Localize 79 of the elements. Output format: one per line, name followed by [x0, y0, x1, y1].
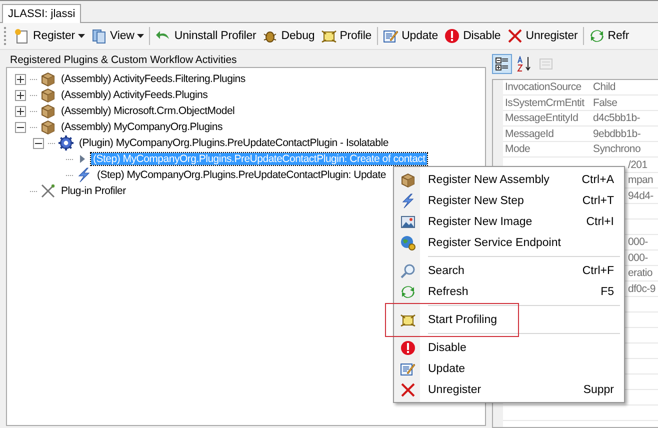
toolbar-button[interactable]: View	[88, 26, 148, 46]
new-document-icon	[14, 28, 30, 44]
categorized-icon	[494, 56, 510, 72]
property-value: d4c5bb1b-	[593, 111, 640, 126]
edit-icon	[400, 360, 416, 376]
property-value: 94d4-	[628, 188, 654, 204]
menu-item[interactable]: Start Profiling	[396, 309, 622, 330]
tree-item[interactable]: (Plugin) MyCompanyOrg.Plugins.PreUpdateContactPlugin - Isolatable	[77, 137, 390, 149]
property-value: False	[593, 96, 618, 110]
menu-item[interactable]: Register Service Endpoint	[396, 232, 622, 253]
refresh-icon	[400, 284, 416, 300]
exclamation-icon	[400, 340, 416, 356]
gear-icon	[58, 135, 74, 151]
toolbar-button[interactable]: Refr	[586, 26, 632, 46]
expand-toggle[interactable]	[15, 74, 26, 84]
cross-icon	[506, 28, 523, 44]
menu-item[interactable]: Search Ctrl+F	[396, 260, 622, 281]
lightning-icon	[400, 192, 416, 208]
box-icon	[400, 172, 416, 188]
property-value: Synchrono	[593, 142, 640, 157]
property-value: eratio	[628, 266, 652, 281]
tree-item[interactable]: (Assembly) Microsoft.Crm.ObjectModel	[59, 105, 237, 117]
tree-item[interactable]: (Assembly) MyCompanyOrg.Plugins	[59, 121, 224, 133]
property-name: MessageId	[505, 126, 555, 142]
document-tab[interactable]: JLASSI: jlassi	[2, 4, 82, 23]
menu-item[interactable]: Register New Assembly Ctrl+A	[396, 169, 622, 190]
tools-icon	[40, 183, 56, 199]
collapse-toggle[interactable]	[15, 122, 26, 132]
documents-icon	[91, 28, 108, 44]
menu-item[interactable]: Register New Step Ctrl+T	[396, 190, 622, 211]
toolbar-toggle[interactable]	[492, 54, 512, 74]
toolbar-button[interactable]: Debug	[259, 26, 318, 46]
cross-icon	[400, 382, 416, 398]
toolbar-button[interactable]: Uninstall Profiler	[152, 26, 260, 46]
property-pages-icon	[538, 56, 554, 72]
toolbar-button[interactable]: Profile	[318, 26, 375, 46]
toolbar-button[interactable]: Disable	[441, 26, 504, 46]
toolbar-button[interactable]: Register	[11, 26, 88, 46]
profiler-icon	[400, 312, 416, 328]
tree-item[interactable]: Plug-in Profiler	[59, 185, 128, 197]
search-icon	[400, 262, 416, 278]
lightning-icon	[76, 167, 92, 183]
property-value: 000-	[628, 235, 648, 250]
toolbar-button[interactable]: Update	[380, 26, 442, 46]
box-icon	[40, 87, 56, 103]
edit-icon	[382, 28, 399, 44]
triangle-icon	[80, 155, 84, 163]
property-value: 000-	[628, 250, 648, 266]
tree-item[interactable]: (Step) MyCompanyOrg.Plugins.PreUpdateContactPlugin: Update	[95, 169, 388, 181]
property-value: Child	[593, 80, 616, 95]
exclamation-icon	[444, 28, 460, 44]
property-name: InvocationSource	[505, 80, 582, 95]
property-name: Mode	[505, 142, 532, 157]
toolbar-button[interactable]: Unregister	[504, 26, 581, 46]
tree-item[interactable]: (Assembly) ActivityFeeds.Filtering.Plugins	[59, 73, 248, 85]
tree-item[interactable]: (Assembly) ActivityFeeds.Plugins	[59, 89, 210, 101]
menu-item[interactable]: Disable	[396, 337, 622, 358]
menu-item[interactable]: Refresh F5	[396, 281, 622, 302]
profiler-icon	[320, 28, 337, 44]
group-title: Registered Plugins & Custom Workflow Activities	[9, 54, 238, 67]
globe-gear-icon	[400, 234, 416, 250]
menu-item[interactable]: Update	[396, 358, 622, 379]
sort-alphabetical-icon	[516, 56, 532, 72]
expand-toggle[interactable]	[15, 106, 26, 116]
collapse-toggle[interactable]	[33, 138, 44, 148]
box-icon	[40, 119, 56, 135]
box-icon	[40, 103, 56, 119]
menu-item[interactable]: Unregister Suppr	[396, 379, 622, 400]
expand-toggle[interactable]	[15, 90, 26, 100]
refresh-icon	[588, 28, 605, 44]
property-value: df0c-9	[628, 282, 656, 296]
menu-item[interactable]: Register New Image Ctrl+I	[396, 211, 622, 232]
property-name: MessageEntityId	[505, 111, 580, 126]
property-value: mpan	[628, 173, 654, 188]
property-value: /201	[628, 158, 648, 172]
box-icon	[40, 71, 56, 87]
property-value: 9ebdbb1b-	[593, 126, 641, 142]
property-name: IsSystemCrmEntit	[505, 96, 586, 110]
image-icon	[400, 214, 416, 230]
